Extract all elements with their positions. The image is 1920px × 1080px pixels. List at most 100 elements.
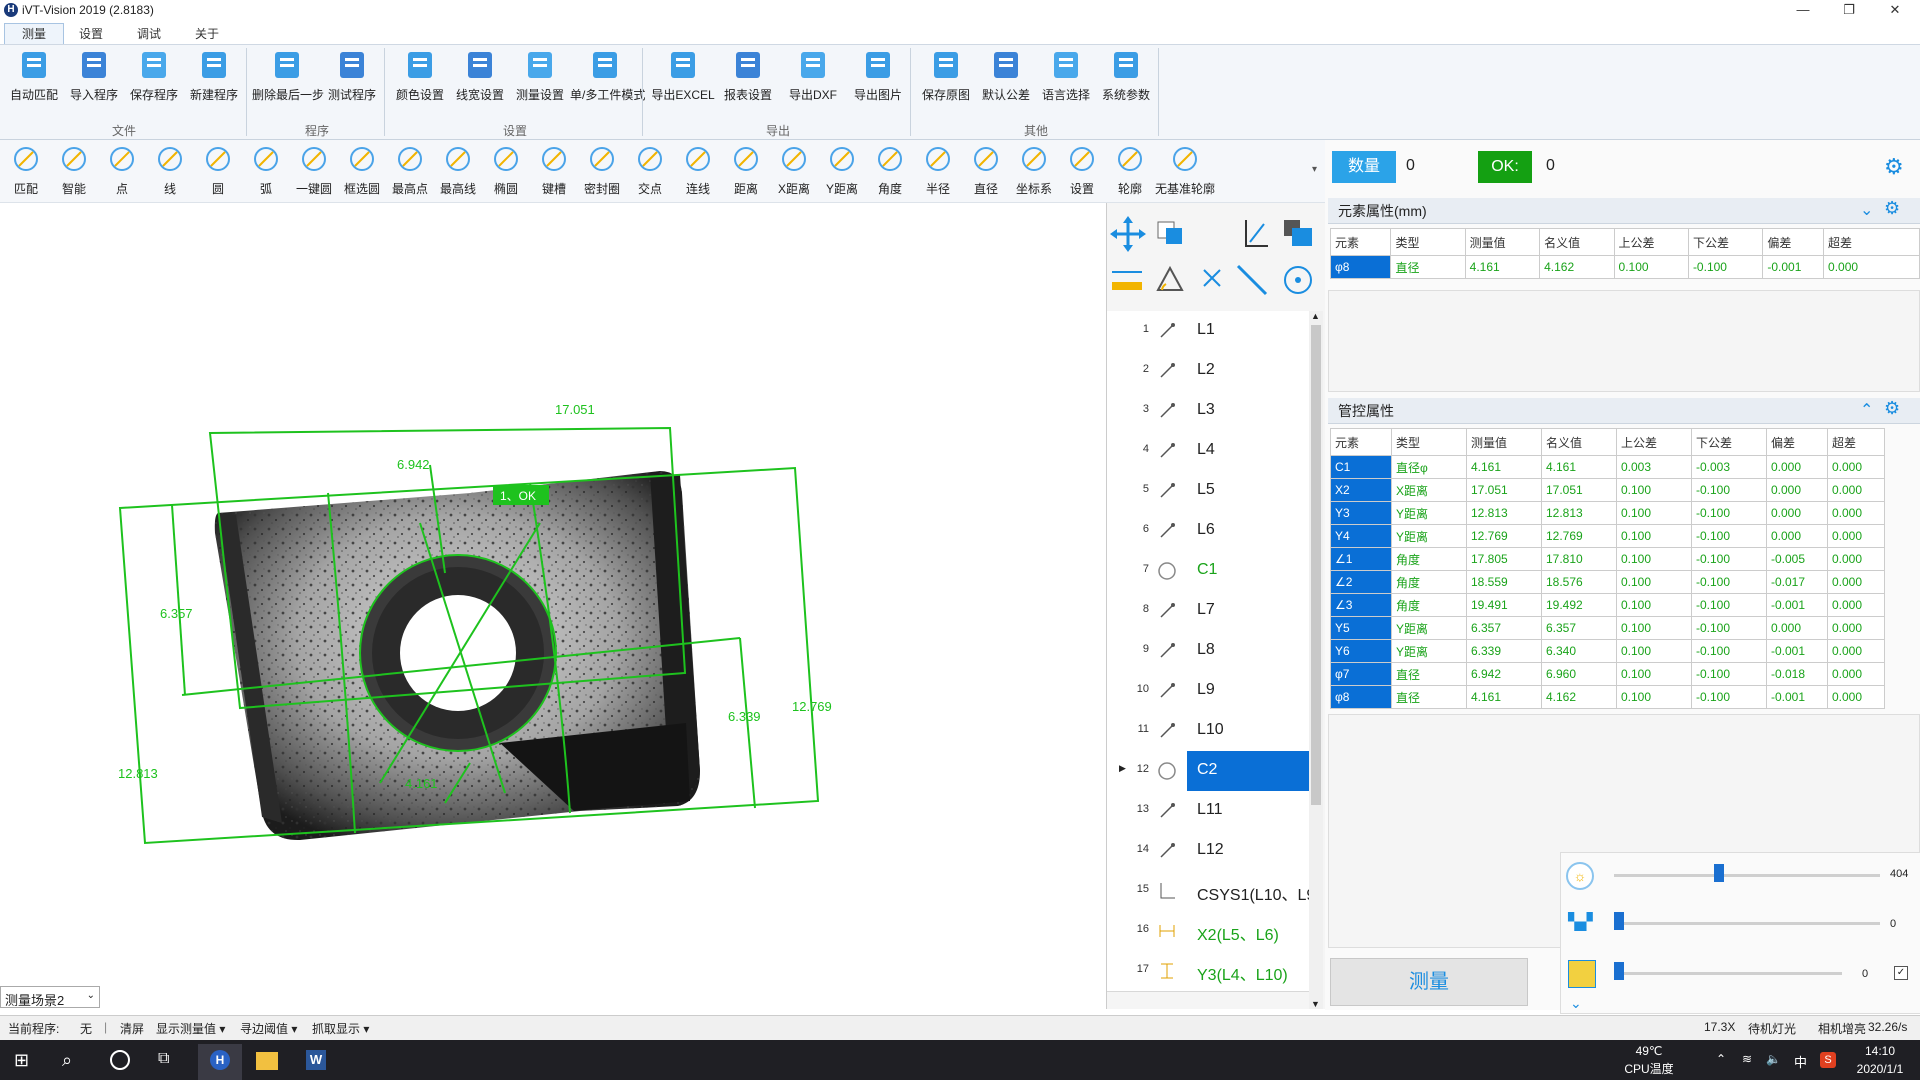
table-row[interactable]: Y6 Y距离 6.339 6.340 0.100 -0.100 -0.001 0.000 [1330,639,1885,663]
table-row[interactable]: ∠3 角度 19.491 19.492 0.100 -0.100 -0.001 0.000 [1330,593,1885,617]
list-item[interactable]: 9 L8 [1107,631,1309,672]
transform-icon[interactable] [1245,220,1268,247]
copy-icon[interactable] [1157,221,1182,244]
tool-button-2[interactable]: 点 [98,144,146,200]
ribbon-button-4-3[interactable]: 系统参数 [1096,48,1156,110]
list-item[interactable]: 16 X2(L5、L6) [1107,911,1309,952]
tool-button-20[interactable]: 直径 [962,144,1010,200]
ribbon-button-4-2[interactable]: 语言选择 [1036,48,1096,110]
ribbon-button-2-2[interactable]: 测量设置 [510,48,570,110]
ime-indicator[interactable]: 中 [1794,1052,1807,1071]
slider-track[interactable] [1614,972,1842,975]
list-item[interactable]: 10 L9 [1107,671,1309,712]
slider-thumb[interactable] [1713,864,1724,882]
tool-button-4[interactable]: 圆 [194,144,242,200]
restore-button[interactable]: ❐ [1826,0,1872,20]
ribbon-button-2-0[interactable]: 颜色设置 [390,48,450,110]
duplicate-icon[interactable] [1284,220,1312,246]
list-item[interactable]: 15 CSYS1(L10、L9 [1107,871,1309,912]
tool-button-11[interactable]: 键槽 [530,144,578,200]
taskbar-app-ivt[interactable]: H [198,1044,242,1080]
clear-screen-button[interactable]: 清屏 [120,1020,144,1037]
list-item[interactable]: 14 L12 [1107,831,1309,872]
list-item[interactable]: 7 C1 [1107,551,1309,592]
list-item[interactable]: 2 L2 [1107,351,1309,392]
table-row[interactable]: Y5 Y距离 6.357 6.357 0.100 -0.100 0.000 0.000 [1330,616,1885,640]
ribbon-button-2-1[interactable]: 线宽设置 [450,48,510,110]
edge-threshold-dropdown[interactable]: 寻边阈值 ▾ [240,1020,297,1037]
show-values-dropdown[interactable]: 显示测量值 ▾ [156,1020,225,1037]
minimize-button[interactable]: — [1780,0,1826,20]
close-button[interactable]: ✕ [1872,0,1918,20]
slider-track[interactable] [1614,874,1880,877]
ribbon-button-1-0[interactable]: 删除最后一步 [252,48,324,110]
tool-button-0[interactable]: 匹配 [2,144,50,200]
gear-icon[interactable]: ⚙ [1884,154,1904,180]
tool-button-21[interactable]: 坐标系 [1010,144,1058,200]
tool-button-15[interactable]: 距离 [722,144,770,200]
ruler-icon[interactable] [1112,271,1142,290]
windows-start-icon[interactable]: ⊞ [14,1050,29,1071]
tool-button-3[interactable]: 线 [146,144,194,200]
scroll-up-icon[interactable]: ▲ [1311,311,1320,321]
list-item[interactable]: 13 L11 [1107,791,1309,832]
ribbon-button-0-3[interactable]: 新建程序 [184,48,244,110]
list-item[interactable]: 3 L3 [1107,391,1309,432]
ribbon-button-2-3[interactable]: 单/多工件模式 [570,48,645,110]
tool-button-23[interactable]: 轮廓 [1106,144,1154,200]
tool-button-12[interactable]: 密封圈 [578,144,626,200]
tab-settings[interactable]: 设置 [62,24,120,44]
list-item[interactable]: 5 L5 [1107,471,1309,512]
file-explorer-icon[interactable] [256,1052,278,1070]
chevron-down-icon[interactable]: ⌄ [1570,995,1582,1012]
ribbon-button-3-0[interactable]: 导出EXCEL [648,48,718,110]
tab-measure[interactable]: 测量 [4,23,64,44]
tool-button-8[interactable]: 最高点 [386,144,434,200]
ribbon-button-4-1[interactable]: 默认公差 [976,48,1036,110]
table-row[interactable]: Y3 Y距离 12.813 12.813 0.100 -0.100 0.000 0.000 [1330,501,1885,525]
slider-track[interactable] [1614,922,1880,925]
tool-button-10[interactable]: 椭圆 [482,144,530,200]
intersect-icon[interactable] [1203,269,1221,287]
measure-button[interactable]: 测量 [1330,958,1528,1006]
list-item[interactable]: 1 L1 [1107,311,1309,352]
tool-button-22[interactable]: 设置 [1058,144,1106,200]
camera-boost-button[interactable]: 相机增亮 [1818,1020,1866,1037]
tool-button-14[interactable]: 连线 [674,144,722,200]
word-icon[interactable]: W [306,1050,326,1070]
task-view-icon[interactable]: ⧉ [158,1050,169,1068]
list-item[interactable]: ▶ 12 C2 [1107,751,1309,792]
collapse-icon[interactable]: ⌄ [1860,200,1873,220]
tool-button-9[interactable]: 最高线 [434,144,482,200]
list-item[interactable]: 17 Y3(L4、L10) [1107,951,1309,992]
angle-icon[interactable] [1156,265,1184,291]
scrollbar-thumb[interactable] [1311,325,1321,805]
image-canvas[interactable]: 17.051 6.942 6.357 12.813 4.161 6.339 12… [0,203,1106,983]
tool-button-18[interactable]: 角度 [866,144,914,200]
tool-button-6[interactable]: 一键圆 [290,144,338,200]
list-item[interactable]: 8 L7 [1107,591,1309,632]
standby-light-button[interactable]: 待机灯光 [1748,1020,1796,1037]
expand-icon[interactable]: ⌃ [1860,400,1873,420]
table-row[interactable]: C1 直径φ 4.161 4.161 0.003 -0.003 0.000 0.000 [1330,455,1885,479]
list-item[interactable]: 6 L6 [1107,511,1309,552]
ribbon-button-1-1[interactable]: 测试程序 [322,48,382,110]
table-row[interactable]: X2 X距离 17.051 17.051 0.100 -0.100 0.000 0.000 [1330,478,1885,502]
search-icon[interactable]: ⌕ [62,1050,72,1071]
cortana-icon[interactable] [110,1050,130,1070]
capture-display-dropdown[interactable]: 抓取显示 ▾ [312,1020,369,1037]
ribbon-button-0-1[interactable]: 导入程序 [64,48,124,110]
table-row[interactable]: ∠2 角度 18.559 18.576 0.100 -0.100 -0.017 0.000 [1330,570,1885,594]
ribbon-button-3-3[interactable]: 导出图片 [848,48,908,110]
gear-icon[interactable]: ⚙ [1884,198,1900,219]
tool-button-19[interactable]: 半径 [914,144,962,200]
move-icon[interactable] [1110,216,1146,252]
list-scrollbar[interactable]: ▲ ▼ [1309,311,1323,1009]
table-row[interactable]: Y4 Y距离 12.769 12.769 0.100 -0.100 0.000 0.000 [1330,524,1885,548]
tool-button-24[interactable]: 无基准轮廓 [1154,144,1216,200]
tool-button-17[interactable]: Y距离 [818,144,866,200]
tool-button-7[interactable]: 框选圆 [338,144,386,200]
wifi-icon[interactable]: ≋ [1742,1052,1752,1066]
tool-button-13[interactable]: 交点 [626,144,674,200]
ribbon-button-0-2[interactable]: 保存程序 [124,48,184,110]
